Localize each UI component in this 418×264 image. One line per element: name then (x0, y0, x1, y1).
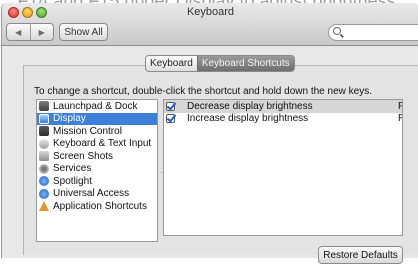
category-item-launchpad-dock[interactable]: Launchpad & Dock (37, 100, 157, 113)
display-icon (39, 113, 49, 124)
shortcut-list: Decrease display brightness F14 Increase… (163, 99, 403, 236)
category-item-display[interactable]: Display (37, 112, 157, 125)
tab-bar: Keyboard Keyboard Shortcuts (145, 55, 295, 72)
category-item-application-shortcuts[interactable]: Application Shortcuts (37, 200, 157, 213)
shortcut-label: Decrease display brightness (187, 100, 313, 112)
category-label: Display (53, 113, 86, 125)
shortcut-key[interactable]: F14 (398, 101, 402, 112)
category-item-keyboard-text-input[interactable]: Keyboard & Text Input (37, 138, 157, 151)
category-label: Application Shortcuts (53, 200, 147, 212)
screenshot-icon (39, 151, 49, 162)
services-icon (39, 163, 49, 174)
category-item-screen-shots[interactable]: Screen Shots (37, 150, 157, 163)
keyboard-icon (39, 138, 49, 149)
instructions-text: To change a shortcut, double-click the s… (34, 86, 372, 97)
category-item-mission-control[interactable]: Mission Control (37, 125, 157, 138)
category-label: Services (53, 163, 92, 175)
category-item-universal-access[interactable]: Universal Access (37, 188, 157, 201)
category-label: Mission Control (53, 125, 122, 137)
restore-defaults-button[interactable]: Restore Defaults (318, 246, 403, 264)
back-arrow-icon[interactable]: ◀ (7, 24, 30, 40)
universal-access-icon (39, 188, 49, 199)
category-item-services[interactable]: Services (37, 163, 157, 176)
category-list: Launchpad & Dock Display Mission Control… (36, 99, 158, 242)
category-label: Launchpad & Dock (53, 100, 138, 112)
forward-arrow-icon[interactable]: ▶ (29, 24, 54, 40)
search-icon (333, 27, 341, 35)
window-title: Keyboard (186, 6, 235, 18)
shortcut-key[interactable]: F15 (398, 113, 402, 124)
show-all-button[interactable]: Show All (59, 23, 108, 41)
shortcut-label: Increase display brightness (187, 113, 309, 125)
shortcut-checkbox[interactable] (166, 101, 175, 111)
category-label: Spotlight (53, 175, 92, 187)
search-input[interactable] (328, 24, 418, 41)
category-label: Universal Access (53, 188, 130, 200)
launchpad-icon (39, 101, 49, 112)
category-label: Screen Shots (53, 150, 114, 162)
mission-control-icon (39, 126, 49, 137)
category-item-spotlight[interactable]: Spotlight (37, 175, 157, 188)
nav-segmented-control: ◀ ▶ (6, 23, 54, 41)
spotlight-icon (39, 176, 49, 187)
shortcut-checkbox[interactable] (166, 114, 175, 124)
title-bar: Keyboard ◀ ▶ Show All (2, 3, 418, 46)
shortcut-row[interactable]: Increase display brightness F15 (164, 113, 402, 126)
app-shortcuts-icon (39, 201, 49, 212)
tab-keyboard-shortcuts[interactable]: Keyboard Shortcuts (196, 56, 294, 71)
tab-keyboard[interactable]: Keyboard (146, 56, 197, 71)
category-label: Keyboard & Text Input (53, 138, 152, 150)
shortcut-row[interactable]: Decrease display brightness F14 (164, 100, 402, 113)
